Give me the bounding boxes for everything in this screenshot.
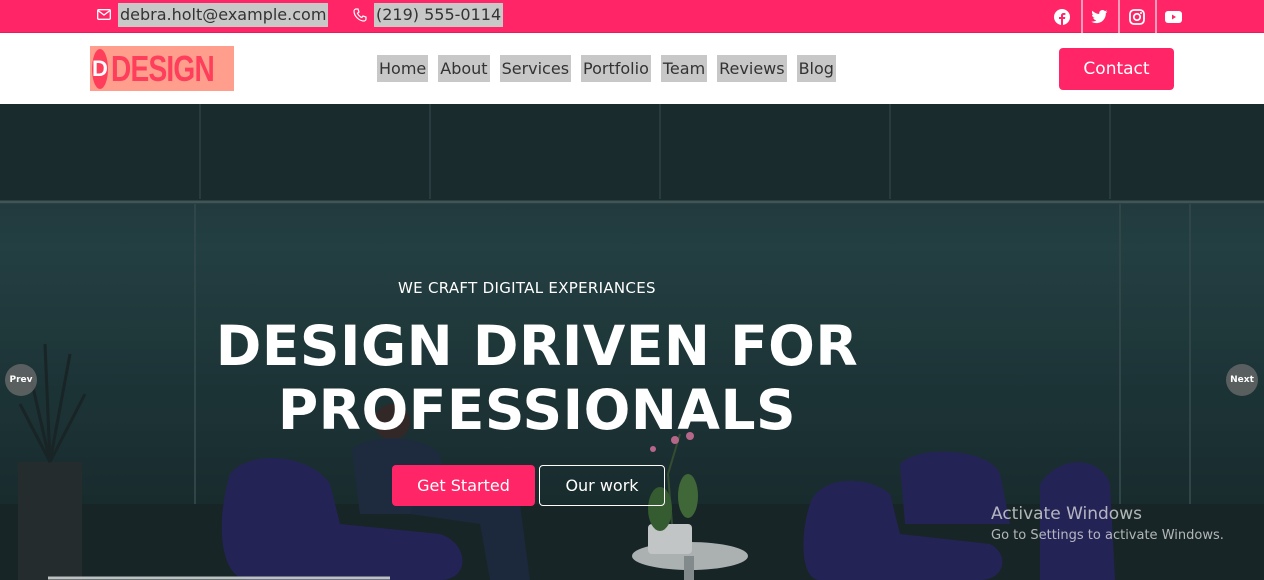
facebook-icon[interactable] [1044,0,1079,33]
nav-reviews[interactable]: Reviews [717,55,787,82]
youtube-icon[interactable] [1155,0,1190,33]
envelope-icon [96,7,112,23]
activate-windows-watermark: Activate Windows Go to Settings to activ… [991,504,1224,543]
nav-blog[interactable]: Blog [796,55,836,82]
watermark-subtitle: Go to Settings to activate Windows. [991,528,1224,543]
site-logo[interactable]: D DESIGN [90,46,234,91]
nav-home[interactable]: Home [377,55,429,82]
our-work-button[interactable]: Our work [539,465,665,506]
contact-button[interactable]: Contact [1059,48,1174,90]
watermark-title: Activate Windows [991,504,1142,524]
nav-portfolio[interactable]: Portfolio [581,55,651,82]
hero-eyebrow: WE CRAFT DIGITAL EXPERIANCES [398,279,656,297]
nav-services[interactable]: Services [499,55,572,82]
headline-line-1: DESIGN DRIVEN FOR [215,314,859,378]
phone-contact[interactable]: (219) 555-0114 [352,0,504,29]
hero-section: WE CRAFT DIGITAL EXPERIANCES DESIGN DRIV… [0,104,1264,580]
logo-text: DESIGN [110,47,215,89]
hero-headline: DESIGN DRIVEN FOR PROFESSIONALS [0,314,1074,442]
main-nav: Home About Services Portfolio Team Revie… [377,55,846,82]
top-bar: debra.holt@example.com (219) 555-0114 [0,0,1264,33]
email-text[interactable]: debra.holt@example.com [118,2,329,27]
twitter-icon[interactable] [1081,0,1116,33]
email-contact[interactable]: debra.holt@example.com [96,0,329,29]
phone-text[interactable]: (219) 555-0114 [374,2,504,27]
nav-about[interactable]: About [438,55,490,82]
slider-prev-button[interactable]: Prev [5,364,37,396]
get-started-button[interactable]: Get Started [392,465,535,506]
nav-team[interactable]: Team [660,55,708,82]
social-links [1044,0,1190,33]
slider-next-button[interactable]: Next [1226,364,1258,396]
instagram-icon[interactable] [1118,0,1153,33]
phone-icon [352,7,368,23]
site-header: D DESIGN Home About Services Portfolio T… [0,33,1264,104]
headline-line-2: PROFESSIONALS [277,378,797,442]
logo-mark: D [92,48,108,89]
